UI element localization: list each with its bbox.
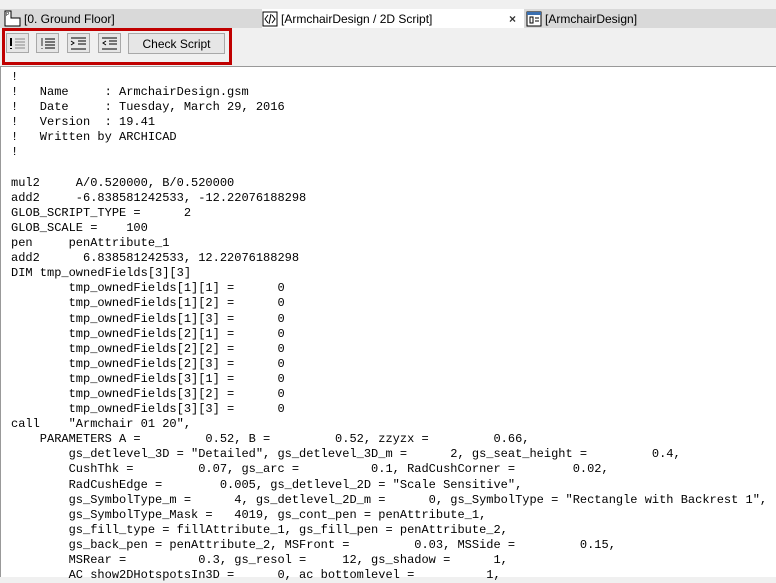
indent-icon bbox=[70, 37, 86, 49]
tab-label: [0. Ground Floor] bbox=[24, 11, 115, 26]
script-line: tmp_ownedFields[1][1] = 0 bbox=[11, 281, 285, 296]
script-line: add2 -6.838581242533, -12.22076188298 bbox=[11, 190, 307, 205]
outdent-icon bbox=[102, 37, 117, 49]
script-line: MSRear = 0.3, gs_resol = 12, gs_shadow =… bbox=[11, 553, 508, 567]
script-line: RadCushEdge = 0.005, gs_detlevel_2D = "S… bbox=[11, 477, 523, 492]
script-line: mul2 A/0.520000, B/0.520000 bbox=[11, 175, 235, 190]
script-line: GLOB_SCRIPT_TYPE = 2 bbox=[11, 205, 192, 220]
comment-icon bbox=[10, 37, 25, 49]
uncomment-icon bbox=[41, 37, 55, 49]
outdent-button[interactable] bbox=[98, 33, 121, 53]
script-line: CushThk = 0.07, gs_arc = 0.1, RadCushCor… bbox=[11, 462, 609, 477]
uncomment-button[interactable] bbox=[36, 33, 59, 53]
script-line: tmp_ownedFields[2][1] = 0 bbox=[11, 326, 285, 341]
script-line: ! Written by ARCHICAD bbox=[11, 130, 177, 145]
script-line: DIM tmp_ownedFields[3][3] bbox=[11, 266, 192, 281]
tab-ground-floor[interactable]: P [0. Ground Floor] bbox=[4, 9, 259, 28]
script-line: ! bbox=[11, 70, 19, 84]
script-line: call "Armchair 01 20", bbox=[11, 417, 192, 432]
script-text[interactable]: !! Name : ArmchairDesign.gsm! Date : Tue… bbox=[11, 70, 767, 583]
script-line: tmp_ownedFields[3][2] = 0 bbox=[11, 386, 285, 401]
object-settings-icon bbox=[526, 11, 542, 26]
script-line: tmp_ownedFields[1][2] = 0 bbox=[11, 296, 285, 311]
script-line bbox=[11, 161, 767, 176]
script-line: gs_SymbolType_m = 4, gs_detlevel_2D_m = … bbox=[11, 492, 768, 507]
tab-label: [ArmchairDesign] bbox=[545, 11, 638, 26]
script-line: ! bbox=[11, 145, 19, 160]
close-tab-icon[interactable]: × bbox=[509, 12, 516, 26]
tab-label: [ArmchairDesign / 2D Script] bbox=[281, 11, 433, 26]
script-line: gs_back_pen = penAttribute_2, MSFront = … bbox=[11, 537, 616, 552]
script-line: AC show2DHotspotsIn3D = 0, ac bottomleve… bbox=[11, 568, 501, 583]
script-line: add2 6.838581242533, 12.22076188298 bbox=[11, 251, 300, 266]
script-line: tmp_ownedFields[1][3] = 0 bbox=[11, 311, 285, 326]
script-line: ! Version : 19.41 bbox=[11, 115, 156, 130]
indent-button[interactable] bbox=[67, 33, 90, 53]
script-line: ! Name : ArmchairDesign.gsm bbox=[11, 85, 249, 100]
script-toolbar: Check Script bbox=[0, 28, 776, 65]
script-line: tmp_ownedFields[3][3] = 0 bbox=[11, 402, 285, 417]
tab-armchair-design[interactable]: [ArmchairDesign] bbox=[526, 9, 726, 28]
comment-button[interactable] bbox=[6, 33, 29, 53]
script-line: GLOB_SCALE = 100 bbox=[11, 220, 148, 235]
window-top-strip bbox=[0, 0, 776, 9]
script-line: gs_detlevel_3D = "Detailed", gs_detlevel… bbox=[11, 447, 681, 462]
script-line: gs_SymbolType_Mask = 4019, gs_cont_pen =… bbox=[11, 507, 487, 522]
script-line: tmp_ownedFields[2][2] = 0 bbox=[11, 341, 285, 356]
script-line: PARAMETERS A = 0.52, B = 0.52, zzyzx = 0… bbox=[11, 432, 530, 447]
check-script-button[interactable]: Check Script bbox=[128, 33, 225, 54]
script-line: gs_fill_type = fillAttribute_1, gs_fill_… bbox=[11, 522, 508, 537]
tab-bar: P [0. Ground Floor] [ArmchairDesign / 2D… bbox=[0, 9, 776, 28]
script-line: pen penAttribute_1 bbox=[11, 236, 170, 251]
script-icon bbox=[262, 11, 278, 26]
script-line: tmp_ownedFields[2][3] = 0 bbox=[11, 356, 285, 371]
floor-plan-icon: P bbox=[4, 10, 21, 27]
script-line: tmp_ownedFields[3][1] = 0 bbox=[11, 371, 285, 386]
tab-2d-script[interactable]: [ArmchairDesign / 2D Script] × bbox=[262, 9, 524, 28]
script-line: ! Date : Tuesday, March 29, 2016 bbox=[11, 100, 285, 115]
script-editor[interactable]: !! Name : ArmchairDesign.gsm! Date : Tue… bbox=[0, 66, 776, 582]
